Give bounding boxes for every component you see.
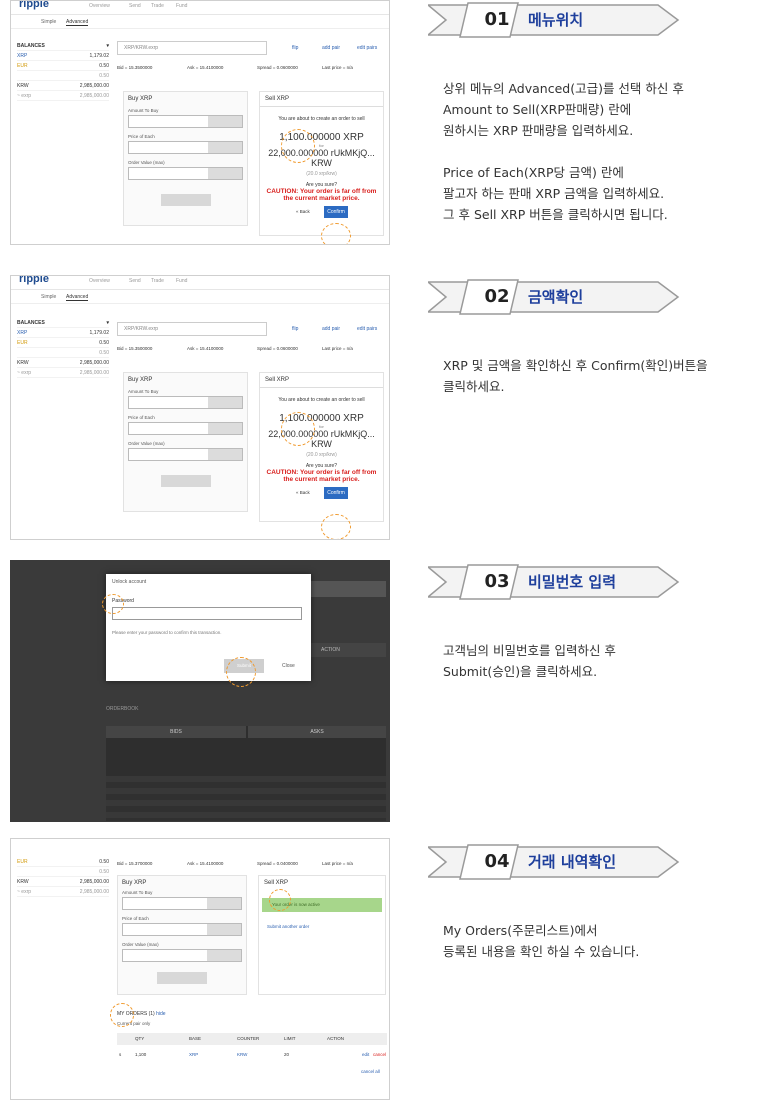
- highlight-circle: [269, 889, 291, 911]
- step-banner: 01 메뉴위치: [428, 0, 688, 40]
- buy-xrp-button[interactable]: [160, 194, 211, 206]
- step-2-section: ripple Overview Send Trade Fund Simple Ad…: [0, 275, 766, 540]
- highlight-circle: [226, 657, 256, 687]
- highlight-circle: [110, 1003, 134, 1027]
- unlock-dialog: Unlock account Password Please enter you…: [106, 574, 311, 681]
- balances-panel: BALANCES ▾ XRP 1,179.02 EUR 0.50 0.50 KRW 2,…: [17, 318, 109, 378]
- highlight-circle: [281, 412, 315, 446]
- step-1-screenshot: ripple Overview Send Trade Fund Simple Ad…: [10, 0, 390, 245]
- step-3-screenshot: ACTION ORDERBOOK BIDS ASKS Unlock accoun…: [10, 560, 390, 822]
- close-button[interactable]: Close: [282, 663, 295, 669]
- step-4-screenshot: EUR 0.50 0.50 KRW 2,985,000.00 ~ exrp 2,985…: [10, 838, 390, 1100]
- table-row: s 1,100 XRP KRW 20 edit cancel: [119, 1052, 387, 1057]
- step-2-description: 02 금액확인 XRP 및 금액을 확인하신 후 Confirm(확인)버튼을 …: [415, 277, 760, 397]
- buy-pane: Buy XRP Amount To Buy Price of Each Orde…: [117, 875, 247, 995]
- sell-pane: Sell XRP You are about to create an orde…: [259, 372, 384, 522]
- confirm-button[interactable]: Confirm: [324, 487, 348, 499]
- step-3-description: 03 비밀번호 입력 고객님의 비밀번호를 입력하신 후 Submit(승인)을…: [415, 562, 760, 682]
- step-banner: 02 금액확인: [428, 277, 688, 317]
- tab-advanced[interactable]: Advanced: [66, 19, 89, 26]
- highlight-circle: [321, 514, 351, 539]
- balances-panel: EUR 0.50 0.50 KRW 2,985,000.00 ~ exrp 2,985…: [17, 857, 109, 897]
- step-3-section: ACTION ORDERBOOK BIDS ASKS Unlock accoun…: [0, 560, 766, 822]
- highlight-circle: [102, 594, 124, 614]
- order-value-input[interactable]: [128, 167, 243, 180]
- highlight-circle: [321, 223, 351, 244]
- step-banner: 04 거래 내역확인: [428, 842, 688, 882]
- password-input[interactable]: [112, 607, 302, 620]
- price-input[interactable]: [128, 141, 243, 154]
- ripple-logo: ripple: [19, 0, 49, 10]
- amount-input[interactable]: [128, 115, 243, 128]
- balances-panel: BALANCES ▾ XRP 1,179.02 EUR 0.50 0.50 KRW 2,…: [17, 41, 109, 101]
- highlight-circle: [281, 129, 315, 163]
- tab-simple[interactable]: Simple: [41, 19, 56, 25]
- step-2-screenshot: ripple Overview Send Trade Fund Simple Ad…: [10, 275, 390, 540]
- step-4-description: 04 거래 내역확인 My Orders(주문리스트)에서 등록된 내용을 확인…: [415, 842, 760, 962]
- step-1-section: ripple Overview Send Trade Fund Simple Ad…: [0, 0, 766, 245]
- confirm-button[interactable]: Confirm: [324, 206, 348, 218]
- orders-header: QTY BASE COUNTER LIMIT ACTION: [117, 1033, 387, 1045]
- pair-select[interactable]: XRP/KRW.exrp: [117, 41, 267, 55]
- step-banner: 03 비밀번호 입력: [428, 562, 688, 602]
- step-1-description: 01 메뉴위치 상위 메뉴의 Advanced(고급)를 선택 하신 후 Amo…: [415, 0, 760, 225]
- buy-pane: Buy XRP Amount To Buy Price of Each Orde…: [123, 91, 248, 226]
- buy-pane: Buy XRP Amount To Buy Price of Each Orde…: [123, 372, 248, 512]
- step-4-section: EUR 0.50 0.50 KRW 2,985,000.00 ~ exrp 2,985…: [0, 838, 766, 1100]
- sell-pane: Sell XRP You are about to create an orde…: [259, 91, 384, 236]
